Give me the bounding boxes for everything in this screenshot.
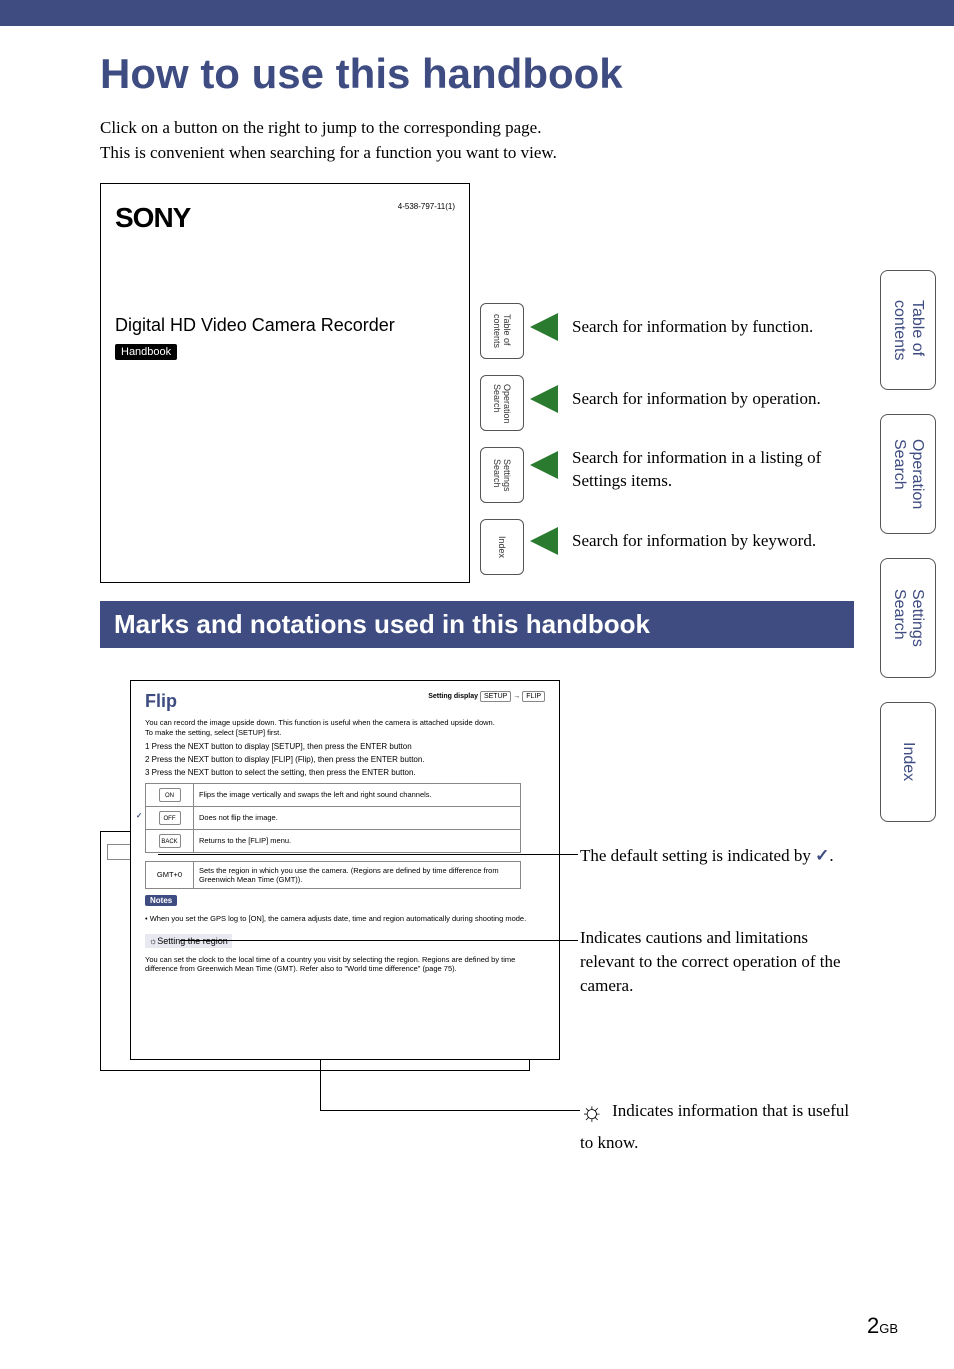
top-bar xyxy=(0,0,954,26)
arrow-operation: Search for information by operation. xyxy=(530,385,821,413)
page-num-value: 2 xyxy=(867,1313,879,1338)
icon-on: ON xyxy=(159,788,181,802)
leader-line xyxy=(158,854,578,855)
callout-useful: ☼ Indicates information that is useful t… xyxy=(580,1094,854,1154)
flip-box: FLIP xyxy=(522,691,545,702)
nav-tab-operation[interactable]: Operation Search xyxy=(880,414,936,534)
icon-back: BACK xyxy=(159,834,181,848)
callout-default: The default setting is indicated by ✓. xyxy=(580,844,834,868)
notes-badge: Notes xyxy=(145,895,177,906)
section-marks-notations: Marks and notations used in this handboo… xyxy=(100,601,854,648)
gmt-desc: Sets the region in which you use the cam… xyxy=(194,861,521,888)
icon-off: OFF xyxy=(159,811,181,825)
leader-line xyxy=(320,1110,580,1111)
tab-index: Index xyxy=(480,519,524,575)
cover-side-tabs: Table of contents Operation Search Setti… xyxy=(480,303,532,591)
page-title: How to use this handbook xyxy=(100,50,854,98)
table-row: GMT+0 Sets the region in which you use t… xyxy=(146,861,521,888)
intro-text: Click on a button on the right to jump t… xyxy=(100,116,854,165)
tab-settings-label: Settings Search xyxy=(492,459,512,492)
nav-tab-settings-label: Settings Search xyxy=(890,589,926,647)
nav-tab-toc[interactable]: Table of contents xyxy=(880,270,936,390)
check-icon: ✓ xyxy=(815,846,829,865)
arrow-glyph: → xyxy=(513,693,520,700)
arrow-function: Search for information by function. xyxy=(530,313,813,341)
tab-toc-label: Table of contents xyxy=(492,314,512,348)
doc-code: 4-538-797-11(1) xyxy=(398,202,455,211)
handbook-badge: Handbook xyxy=(115,344,177,360)
main-content: How to use this handbook Click on a butt… xyxy=(0,26,954,1156)
setting-display: Setting display SETUP → FLIP xyxy=(428,691,545,702)
check-icon: ✓ xyxy=(136,811,142,820)
gmt-label: GMT+0 xyxy=(146,861,194,888)
gmt-table: GMT+0 Sets the region in which you use t… xyxy=(145,861,521,889)
right-nav-tabs: Table of contents Operation Search Setti… xyxy=(880,270,936,846)
arrow-keyword: Search for information by keyword. xyxy=(530,527,816,555)
table-row: BACK Returns to the [FLIP] menu. xyxy=(146,829,521,852)
step-3: 3 Press the NEXT button to select the se… xyxy=(145,768,545,777)
nav-tab-settings[interactable]: Settings Search xyxy=(880,558,936,678)
hint-icon: ☼ xyxy=(580,1097,604,1126)
arrow-icon xyxy=(530,385,558,413)
step-2: 2 Press the NEXT button to display [FLIP… xyxy=(145,755,545,764)
nav-tab-index[interactable]: Index xyxy=(880,702,936,822)
notes-bullet: • When you set the GPS log to [ON], the … xyxy=(145,914,545,924)
arrow-listing: Search for information in a listing of S… xyxy=(530,447,854,493)
table-row: ON Flips the image vertically and swaps … xyxy=(146,783,521,806)
arrow-keyword-text: Search for information by keyword. xyxy=(572,530,816,553)
row-desc: Returns to the [FLIP] menu. xyxy=(194,829,521,852)
handbook-cover: SONY 4-538-797-11(1) Digital HD Video Ca… xyxy=(100,183,470,583)
table-row: ✓ OFF Does not flip the image. xyxy=(146,806,521,829)
inner-page-front: Flip Setting display SETUP → FLIP You ca… xyxy=(130,680,560,1060)
setting-display-label: Setting display xyxy=(428,693,478,700)
callout-default-text: The default setting is indicated by xyxy=(580,846,815,865)
tip-body: You can set the clock to the local time … xyxy=(145,955,545,975)
flip-desc: You can record the image upside down. Th… xyxy=(145,718,545,738)
callout-default-suffix: . xyxy=(829,846,833,865)
arrow-function-text: Search for information by function. xyxy=(572,316,813,339)
tab-settings: Settings Search xyxy=(480,447,524,503)
tab-operation: Operation Search xyxy=(480,375,524,431)
arrow-icon xyxy=(530,451,558,479)
tab-index-label: Index xyxy=(497,536,507,558)
hint-icon-small: ☼ xyxy=(149,936,157,946)
leader-line xyxy=(320,1060,321,1110)
nav-tab-operation-label: Operation Search xyxy=(890,439,926,509)
diagram-inner-page: GMT+0 Flip Setting display SETUP → FLIP … xyxy=(100,676,854,1156)
arrow-listing-text: Search for information in a listing of S… xyxy=(572,447,854,493)
diagram-handbook-cover: SONY 4-538-797-11(1) Digital HD Video Ca… xyxy=(100,183,854,593)
arrow-operation-text: Search for information by operation. xyxy=(572,388,821,411)
tab-operation-label: Operation Search xyxy=(492,384,512,424)
callout-cautions: Indicates cautions and limitations relev… xyxy=(580,926,854,997)
settings-table: ON Flips the image vertically and swaps … xyxy=(145,783,521,853)
tab-toc: Table of contents xyxy=(480,303,524,359)
nav-tab-toc-label: Table of contents xyxy=(890,300,926,360)
arrow-icon xyxy=(530,313,558,341)
product-title: Digital HD Video Camera Recorder xyxy=(115,314,455,337)
row-desc: Flips the image vertically and swaps the… xyxy=(194,783,521,806)
setup-box: SETUP xyxy=(480,691,511,702)
step-1: 1 Press the NEXT button to display [SETU… xyxy=(145,742,545,751)
nav-tab-index-label: Index xyxy=(899,742,917,781)
page-number: 2GB xyxy=(867,1313,898,1339)
callout-useful-text: Indicates information that is useful to … xyxy=(580,1101,849,1151)
row-desc: Does not flip the image. xyxy=(194,806,521,829)
arrow-icon xyxy=(530,527,558,555)
page-num-suffix: GB xyxy=(879,1321,898,1336)
leader-line xyxy=(180,940,578,941)
